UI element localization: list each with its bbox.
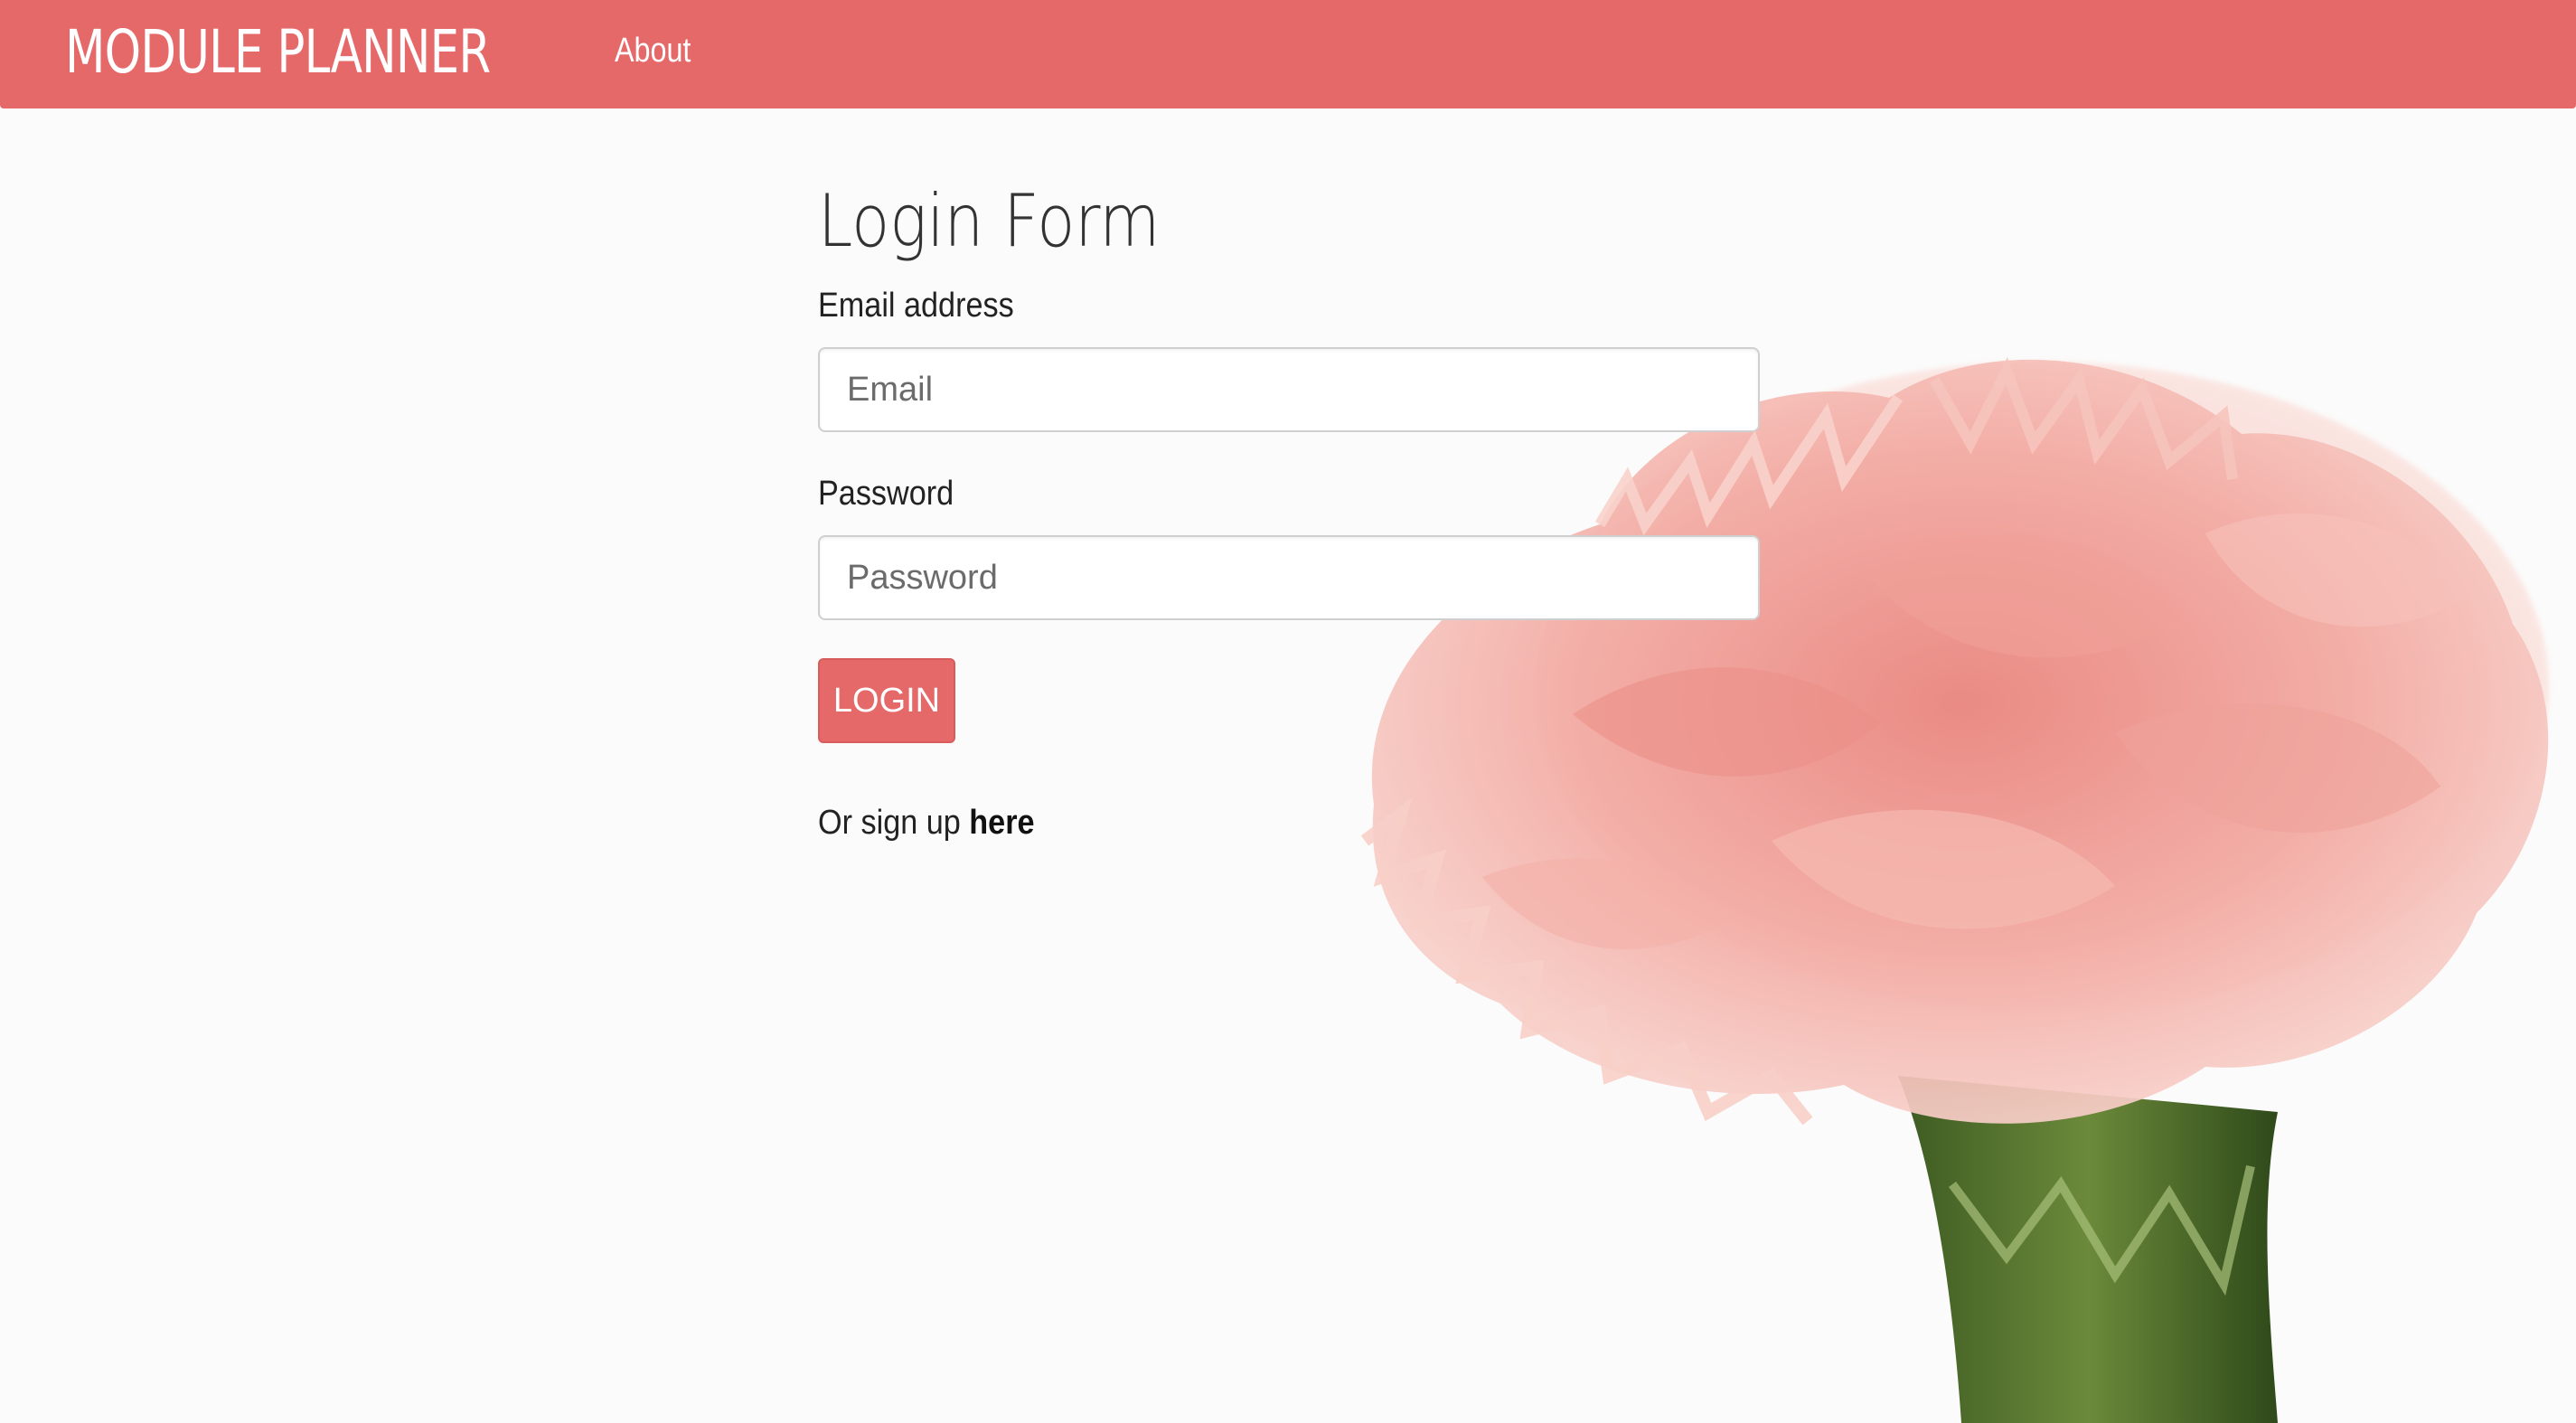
brand-logo[interactable]: MODULE PLANNER — [65, 7, 491, 98]
nav-link-about[interactable]: About — [615, 25, 691, 76]
login-form: Login Form Email address Password LOGIN … — [818, 172, 1760, 846]
password-label: Password — [818, 475, 954, 513]
password-field[interactable] — [818, 535, 1760, 620]
form-title: Login Form — [818, 179, 1161, 263]
signup-prefix: Or sign up — [818, 804, 961, 842]
signup-link[interactable]: here — [969, 804, 1034, 842]
top-navbar: MODULE PLANNER About — [0, 0, 2576, 108]
login-button[interactable]: LOGIN — [818, 658, 955, 743]
signup-text: Or sign up here — [818, 799, 1666, 846]
email-label: Email address — [818, 287, 1014, 325]
email-field[interactable] — [818, 347, 1760, 432]
